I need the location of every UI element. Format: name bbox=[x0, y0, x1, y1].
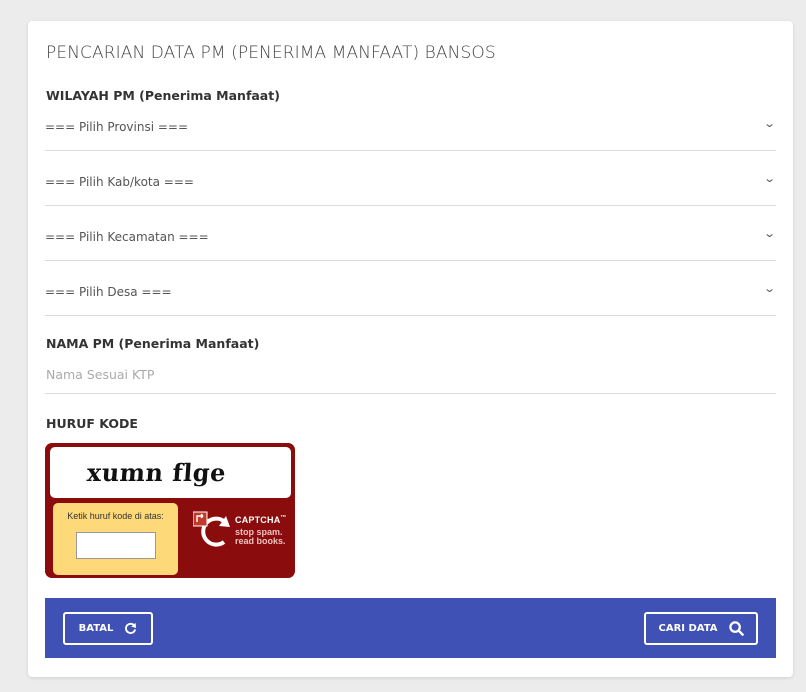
search-icon bbox=[728, 621, 744, 636]
desa-select-value: === Pilih Desa === bbox=[45, 285, 172, 299]
captcha-input[interactable] bbox=[76, 532, 156, 559]
page-title: PENCARIAN DATA PM (PENERIMA MANFAAT) BAN… bbox=[46, 43, 496, 63]
cancel-button[interactable]: BATAL bbox=[63, 612, 153, 645]
chevron-down-icon: ⌄ bbox=[762, 227, 776, 240]
captcha-image: xumn flge bbox=[50, 447, 291, 498]
kode-label: HURUF KODE bbox=[46, 416, 138, 431]
chevron-down-icon: ⌄ bbox=[762, 282, 776, 295]
captcha-word: xumn flge bbox=[86, 458, 227, 487]
refresh-captcha-icon[interactable] bbox=[193, 508, 233, 553]
provinsi-select[interactable]: === Pilih Provinsi === ⌄ bbox=[45, 117, 776, 151]
captcha-prompt-box: Ketik huruf kode di atas: bbox=[53, 503, 178, 575]
wilayah-label: WILAYAH PM (Penerima Manfaat) bbox=[46, 88, 280, 103]
search-form-card: PENCARIAN DATA PM (PENERIMA MANFAAT) BAN… bbox=[28, 21, 793, 677]
provinsi-select-value: === Pilih Provinsi === bbox=[45, 120, 189, 134]
captcha-widget: xumn flge Ketik huruf kode di atas: CAPT… bbox=[45, 443, 295, 578]
kecamatan-select-value: === Pilih Kecamatan === bbox=[45, 230, 209, 244]
captcha-brand: CAPTCHA™ bbox=[235, 515, 287, 525]
captcha-tagline: stop spam. read books. bbox=[235, 527, 286, 546]
nama-input[interactable] bbox=[45, 361, 776, 394]
kabkota-select-value: === Pilih Kab/kota === bbox=[45, 175, 194, 189]
refresh-icon bbox=[125, 622, 137, 634]
nama-label: NAMA PM (Penerima Manfaat) bbox=[46, 336, 260, 351]
captcha-logo: CAPTCHA™ stop spam. read books. bbox=[193, 508, 293, 553]
kecamatan-select[interactable]: === Pilih Kecamatan === ⌄ bbox=[45, 227, 776, 261]
form-footer: BATAL CARI DATA bbox=[45, 598, 776, 658]
desa-select[interactable]: === Pilih Desa === ⌄ bbox=[45, 282, 776, 316]
captcha-prompt: Ketik huruf kode di atas: bbox=[67, 511, 164, 521]
search-button[interactable]: CARI DATA bbox=[644, 612, 758, 645]
chevron-down-icon: ⌄ bbox=[762, 117, 776, 130]
chevron-down-icon: ⌄ bbox=[762, 172, 776, 185]
kabkota-select[interactable]: === Pilih Kab/kota === ⌄ bbox=[45, 172, 776, 206]
